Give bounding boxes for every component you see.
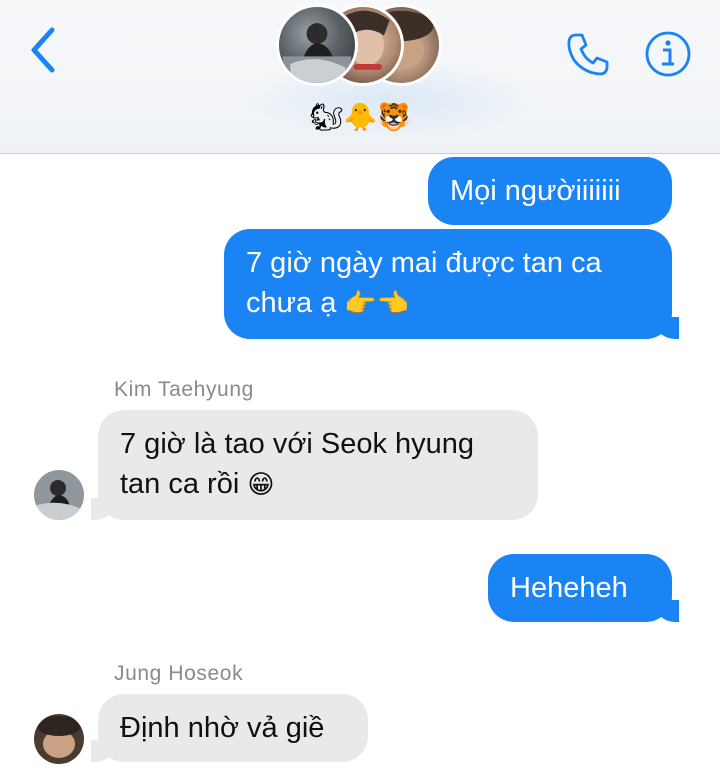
outgoing-message[interactable]: Mọi ngườiiiiiii xyxy=(428,157,672,225)
sender-name: Jung Hoseok xyxy=(114,662,244,685)
message-text: tan ca rồi xyxy=(120,468,240,500)
message-text-line: 7 giờ là tao với Seok hyung xyxy=(120,428,475,460)
incoming-message[interactable]: Định nhờ vả giề xyxy=(91,694,368,762)
back-button[interactable] xyxy=(24,22,64,78)
group-avatar-stack[interactable] xyxy=(276,4,446,90)
info-icon xyxy=(645,31,691,77)
emoji: 👉👈 xyxy=(344,289,410,319)
message-text-line: chưa ạ 👉👈 xyxy=(246,283,650,324)
outgoing-message[interactable]: Heheheh xyxy=(488,554,679,622)
chevron-left-icon xyxy=(31,27,55,73)
incoming-message[interactable]: 7 giờ là tao với Seok hyung tan ca rồi 😁 xyxy=(91,410,538,520)
message-text: Mọi ngườiiiiiii xyxy=(450,175,621,207)
avatar xyxy=(276,4,358,86)
message-text: chưa ạ xyxy=(246,287,337,319)
message-text-line: 7 giờ ngày mai được tan ca xyxy=(246,247,602,279)
info-button[interactable] xyxy=(644,30,692,78)
message-text: Heheheh xyxy=(510,572,628,604)
emoji: 😁 xyxy=(247,470,275,500)
avatar[interactable] xyxy=(34,470,84,520)
avatar[interactable] xyxy=(34,714,84,764)
outgoing-message[interactable]: 7 giờ ngày mai được tan ca chưa ạ 👉👈 xyxy=(224,229,679,339)
group-name-emojis[interactable]: 🐿🐥🐯 xyxy=(300,100,420,136)
sender-name: Kim Taehyung xyxy=(114,378,254,401)
message-text-line: tan ca rồi 😁 xyxy=(120,464,516,505)
conversation-header: 🐿🐥🐯 xyxy=(0,0,720,154)
call-button[interactable] xyxy=(564,30,612,78)
phone-icon xyxy=(567,33,609,76)
message-text: Định nhờ vả giề xyxy=(120,712,325,744)
